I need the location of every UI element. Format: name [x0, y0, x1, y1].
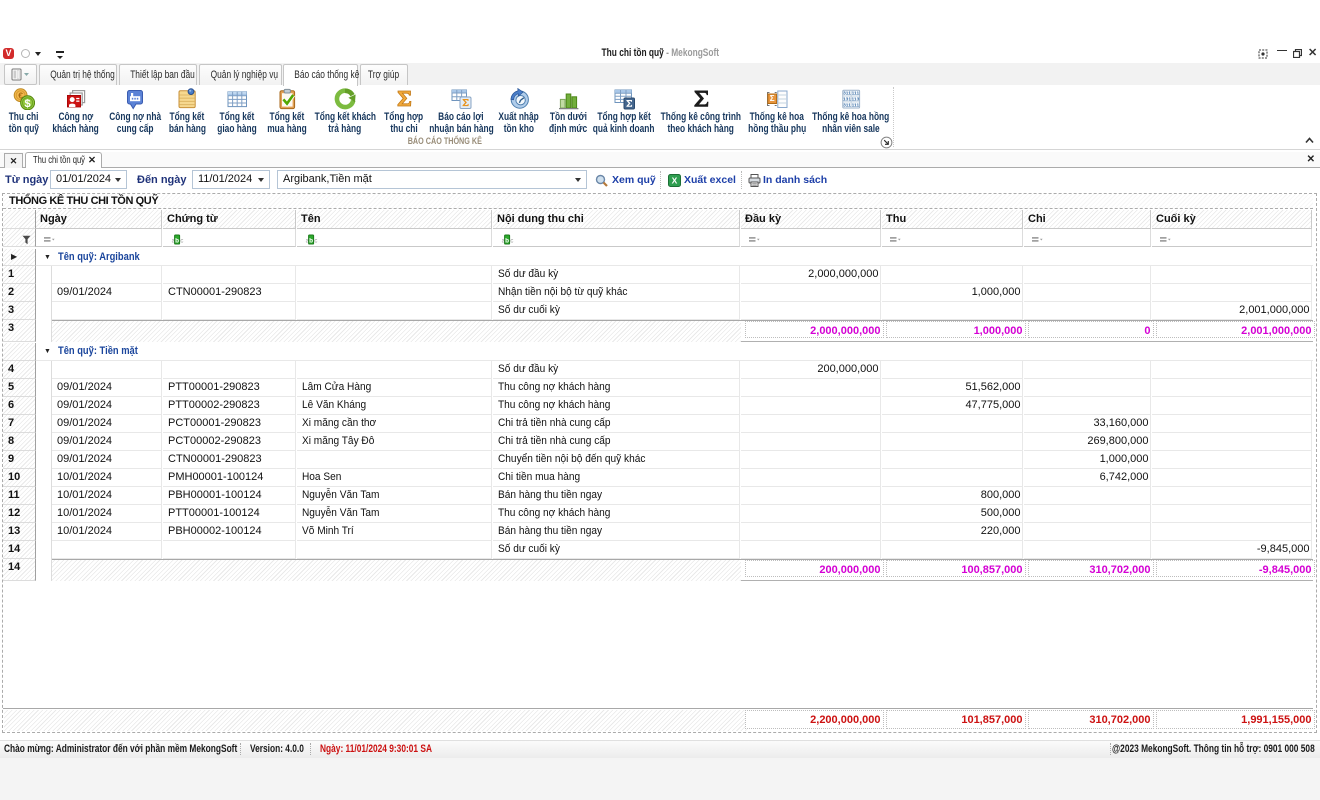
svg-text:113: 113: [852, 97, 860, 103]
svg-text:111: 111: [852, 91, 860, 97]
svg-text:c: c: [314, 239, 317, 245]
svg-text:X: X: [672, 176, 678, 186]
svg-text:311: 311: [843, 91, 851, 97]
svg-text:311: 311: [843, 103, 851, 109]
svg-text:111: 111: [852, 103, 860, 109]
svg-text:131: 131: [843, 97, 851, 103]
svg-text:c: c: [510, 239, 513, 245]
svg-text:b: b: [175, 237, 179, 244]
svg-text:b: b: [505, 237, 509, 244]
svg-text:b: b: [309, 237, 313, 244]
svg-text:Σ: Σ: [770, 94, 775, 103]
svg-text:c: c: [180, 239, 183, 245]
